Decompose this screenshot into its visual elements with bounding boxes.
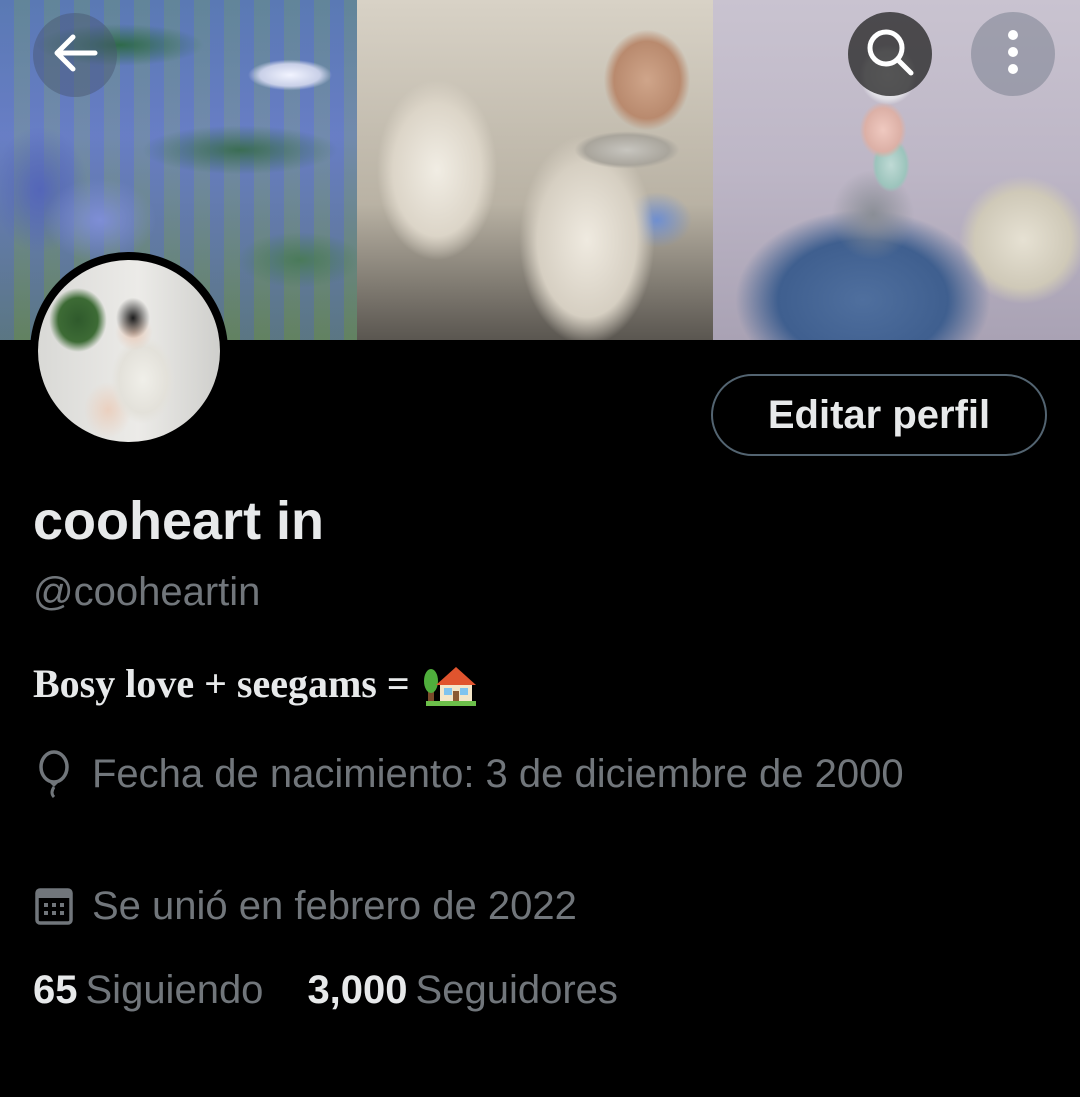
followers-count: 3,000 (307, 968, 408, 1012)
banner-panel-camera-hands (357, 0, 713, 340)
joined-date-text: Se unió en febrero de 2022 (92, 884, 577, 928)
user-handle: @cooheartin (33, 570, 261, 614)
birth-date-row: Fecha de nacimiento: 3 de diciembre de 2… (33, 744, 933, 804)
house-with-garden-icon (423, 661, 478, 707)
avatar-image (38, 260, 220, 442)
following-label: Siguiendo (85, 968, 264, 1012)
calendar-icon (33, 876, 75, 936)
avatar[interactable] (30, 252, 228, 450)
search-icon (864, 26, 916, 83)
bio: Bosy love + seegams = (33, 660, 478, 707)
followers-link[interactable]: 3,000 Seguidores (307, 968, 617, 1013)
display-name: cooheart in (33, 491, 325, 551)
follow-stats: 65 Siguiendo 3,000 Seguidores (33, 968, 662, 1013)
more-vertical-icon (1006, 28, 1020, 81)
birth-date-text: Fecha de nacimiento: 3 de diciembre de 2… (92, 752, 904, 796)
back-button[interactable] (33, 13, 117, 97)
search-button[interactable] (848, 12, 932, 96)
balloon-icon (33, 744, 75, 804)
following-link[interactable]: 65 Siguiendo (33, 968, 263, 1013)
more-options-button[interactable] (971, 12, 1055, 96)
following-count: 65 (33, 968, 78, 1012)
followers-label: Seguidores (415, 968, 618, 1012)
edit-profile-button[interactable]: Editar perfil (711, 374, 1047, 456)
joined-date-row: Se unió en febrero de 2022 (33, 876, 577, 936)
arrow-left-icon (51, 33, 99, 78)
bio-text: Bosy love + seegams = (33, 661, 410, 706)
